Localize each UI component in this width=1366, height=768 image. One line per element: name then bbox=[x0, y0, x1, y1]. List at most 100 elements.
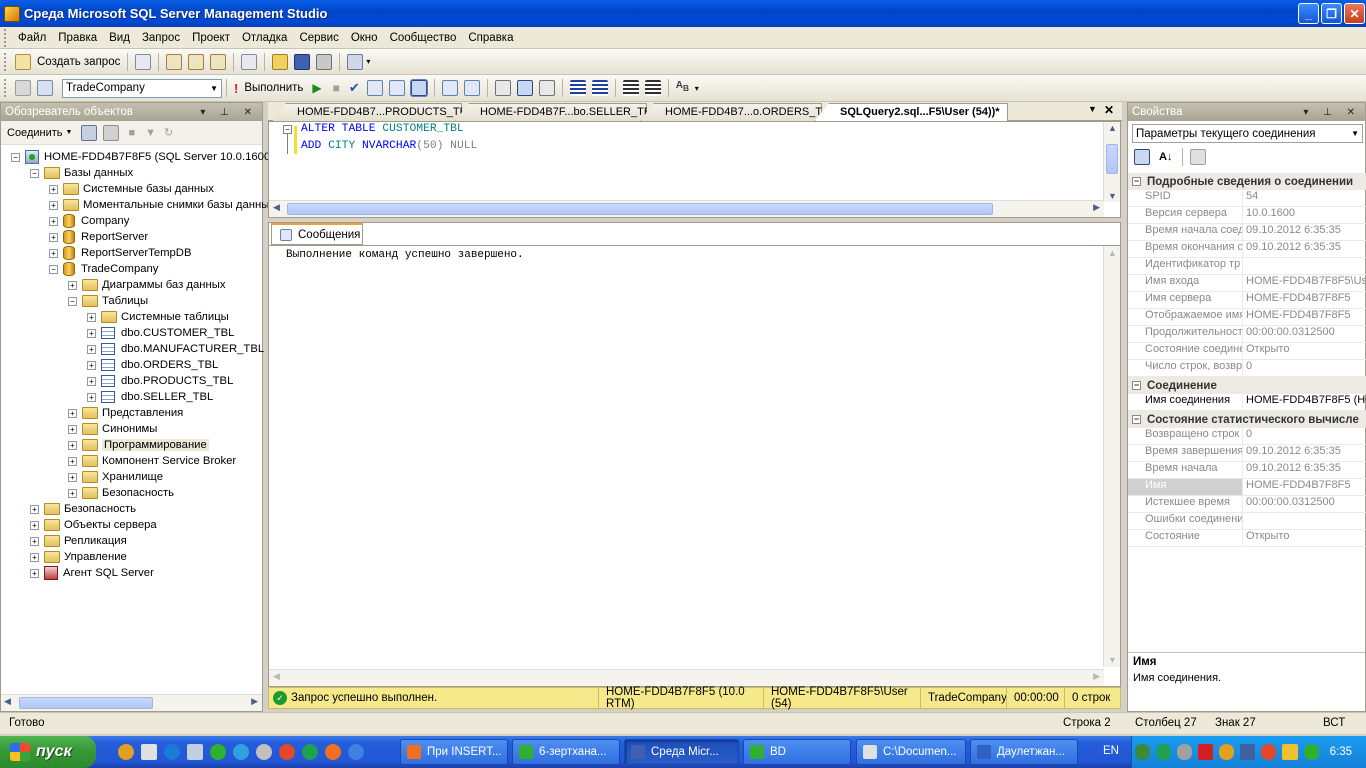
collapse-icon[interactable]: − bbox=[1132, 381, 1141, 390]
taskbar-task[interactable]: 6-зертхана... bbox=[512, 739, 620, 765]
menu-6[interactable]: Сервис bbox=[293, 32, 344, 44]
menu-3[interactable]: Запрос bbox=[136, 32, 186, 44]
tree-node[interactable]: + Управление bbox=[30, 549, 127, 565]
expand-icon[interactable]: + bbox=[68, 424, 77, 434]
property-row[interactable]: Время окончания с 09.10.2012 6:35:35 bbox=[1128, 241, 1366, 258]
property-row[interactable]: Состояние соедине Открыто bbox=[1128, 343, 1366, 360]
property-row[interactable]: Время начала соед 09.10.2012 6:35:35 bbox=[1128, 224, 1366, 241]
tray-volume-icon[interactable] bbox=[1282, 744, 1298, 760]
new-query-button[interactable]: Создать запрос bbox=[37, 56, 120, 68]
property-row[interactable]: Истекшее время 00:00:00.0312500 bbox=[1128, 496, 1366, 513]
expand-icon[interactable]: + bbox=[87, 392, 96, 402]
menu-1[interactable]: Правка bbox=[52, 32, 103, 44]
tree-node[interactable]: + dbo.PRODUCTS_TBL bbox=[87, 373, 233, 389]
quicklaunch-firefox-icon[interactable] bbox=[325, 744, 341, 760]
tree-node[interactable]: − TradeCompany bbox=[49, 261, 158, 277]
expand-icon[interactable]: + bbox=[87, 312, 96, 322]
tree-node[interactable]: + Программирование bbox=[68, 437, 209, 453]
property-category[interactable]: − Состояние статистического вычисле bbox=[1128, 411, 1366, 428]
tray-icq-icon[interactable] bbox=[1303, 744, 1319, 760]
close-document-icon[interactable]: ✕ bbox=[1104, 103, 1114, 117]
taskbar-task[interactable]: Среда Micr... bbox=[624, 739, 739, 765]
increase-indent-icon[interactable] bbox=[644, 80, 661, 96]
tree-node[interactable]: + Синонимы bbox=[68, 421, 157, 437]
cancel-query-icon[interactable]: ■ bbox=[333, 81, 340, 95]
parse-icon[interactable]: ✔ bbox=[349, 80, 360, 96]
categorized-icon[interactable] bbox=[1134, 149, 1150, 165]
refresh-icon[interactable]: ↻ bbox=[164, 126, 173, 139]
expand-icon[interactable]: + bbox=[68, 488, 77, 498]
tree-node[interactable]: + Моментальные снимки базы данны bbox=[49, 197, 269, 213]
results-hscroll[interactable]: ◀ ▶ bbox=[269, 669, 1104, 686]
query-designer-icon[interactable] bbox=[388, 80, 405, 96]
property-pages-icon[interactable] bbox=[1190, 149, 1207, 165]
property-row[interactable]: Число строк, возвр 0 bbox=[1128, 360, 1366, 377]
tree-node[interactable]: − HOME-FDD4B7F8F5 (SQL Server 10.0.1600 - bbox=[11, 149, 277, 165]
close-button[interactable]: ✕ bbox=[1344, 3, 1365, 24]
tree-node[interactable]: + ReportServer bbox=[49, 229, 148, 245]
tree-node[interactable]: + Объекты сервера bbox=[30, 517, 157, 533]
tree-node[interactable]: − Базы данных bbox=[30, 165, 133, 181]
quicklaunch-icq-icon[interactable] bbox=[210, 744, 226, 760]
expand-icon[interactable]: + bbox=[30, 568, 39, 578]
start-button[interactable]: пуск bbox=[0, 736, 96, 768]
collapse-icon[interactable]: − bbox=[11, 152, 20, 162]
quicklaunch-browser-icon[interactable] bbox=[348, 744, 364, 760]
property-row[interactable]: Отображаемое имя HOME-FDD4B7F8F5 bbox=[1128, 309, 1366, 326]
property-row[interactable]: Идентификатор тр bbox=[1128, 258, 1366, 275]
client-stats-icon[interactable] bbox=[463, 80, 480, 96]
property-category[interactable]: − Подробные сведения о соединении bbox=[1128, 173, 1366, 190]
toolbar-overflow-icon[interactable]: ▾ bbox=[366, 57, 370, 66]
taskbar-task[interactable]: C:\Documen... bbox=[856, 739, 966, 765]
expand-icon[interactable]: + bbox=[30, 520, 39, 530]
toolbar-overflow-icon[interactable]: ▾ bbox=[695, 84, 699, 93]
menu-8[interactable]: Сообщество bbox=[384, 32, 463, 44]
display-plan-icon[interactable] bbox=[366, 80, 383, 96]
property-row[interactable]: Имя соединенияHOME-FDD4B7F8F5 (HOM bbox=[1128, 394, 1366, 411]
results-to-text-icon[interactable] bbox=[494, 80, 511, 96]
expand-icon[interactable]: + bbox=[87, 328, 96, 338]
quicklaunch-chrome-icon[interactable] bbox=[279, 744, 295, 760]
expand-icon[interactable]: + bbox=[49, 232, 58, 242]
quicklaunch-app-icon[interactable] bbox=[256, 744, 272, 760]
expand-icon[interactable]: + bbox=[68, 408, 77, 418]
menu-4[interactable]: Проект bbox=[186, 32, 236, 44]
property-row[interactable]: Продолжительност 00:00:00.0312500 bbox=[1128, 326, 1366, 343]
results-grid-toggle-icon[interactable] bbox=[516, 80, 533, 96]
debug-icon[interactable]: ▶ bbox=[312, 81, 321, 95]
quicklaunch-ie-icon[interactable] bbox=[164, 744, 180, 760]
tree-node[interactable]: + dbo.MANUFACTURER_TBL bbox=[87, 341, 264, 357]
tree-node[interactable]: + dbo.CUSTOMER_TBL bbox=[87, 325, 234, 341]
taskbar-task[interactable]: BD bbox=[743, 739, 851, 765]
quicklaunch-calendar-icon[interactable] bbox=[141, 744, 157, 760]
collapse-icon[interactable]: − bbox=[1132, 177, 1141, 186]
save-all-icon[interactable] bbox=[316, 53, 333, 70]
tray-opera-icon[interactable] bbox=[1261, 744, 1277, 760]
property-row[interactable]: Время начала 09.10.2012 6:35:35 bbox=[1128, 462, 1366, 479]
menu-7[interactable]: Окно bbox=[345, 32, 384, 44]
filter-icon[interactable]: ▼ bbox=[145, 127, 156, 139]
xmla-query-icon[interactable] bbox=[210, 53, 227, 70]
expand-icon[interactable]: + bbox=[49, 184, 58, 194]
disconnect-icon[interactable] bbox=[103, 124, 120, 141]
property-row[interactable]: Время завершения 09.10.2012 6:35:35 bbox=[1128, 445, 1366, 462]
minimize-button[interactable]: _ bbox=[1298, 3, 1319, 24]
expand-icon[interactable]: + bbox=[49, 200, 58, 210]
tree-node[interactable]: + Системные таблицы bbox=[87, 309, 229, 325]
collapse-icon[interactable]: − bbox=[68, 296, 77, 306]
open-file-icon[interactable] bbox=[272, 53, 289, 70]
save-icon[interactable] bbox=[294, 53, 311, 70]
tree-node[interactable]: + Безопасность bbox=[30, 501, 136, 517]
expand-icon[interactable]: + bbox=[87, 376, 96, 386]
menu-2[interactable]: Вид bbox=[103, 32, 136, 44]
uncomment-lines-icon[interactable] bbox=[591, 80, 608, 96]
stop-icon[interactable]: ■ bbox=[128, 127, 135, 139]
property-row[interactable]: SPID 54 bbox=[1128, 190, 1366, 207]
document-tab[interactable]: HOME-FDD4B7...o.ORDERS_TBL bbox=[640, 103, 822, 121]
tree-node[interactable]: + dbo.ORDERS_TBL bbox=[87, 357, 218, 373]
sqlce-query-icon[interactable] bbox=[241, 53, 258, 70]
tree-node[interactable]: + Company bbox=[49, 213, 129, 229]
expand-icon[interactable]: + bbox=[87, 360, 96, 370]
property-row[interactable]: Ошибки соединени bbox=[1128, 513, 1366, 530]
pane-controls[interactable]: ▾ ⊥ ✕ bbox=[200, 107, 262, 118]
